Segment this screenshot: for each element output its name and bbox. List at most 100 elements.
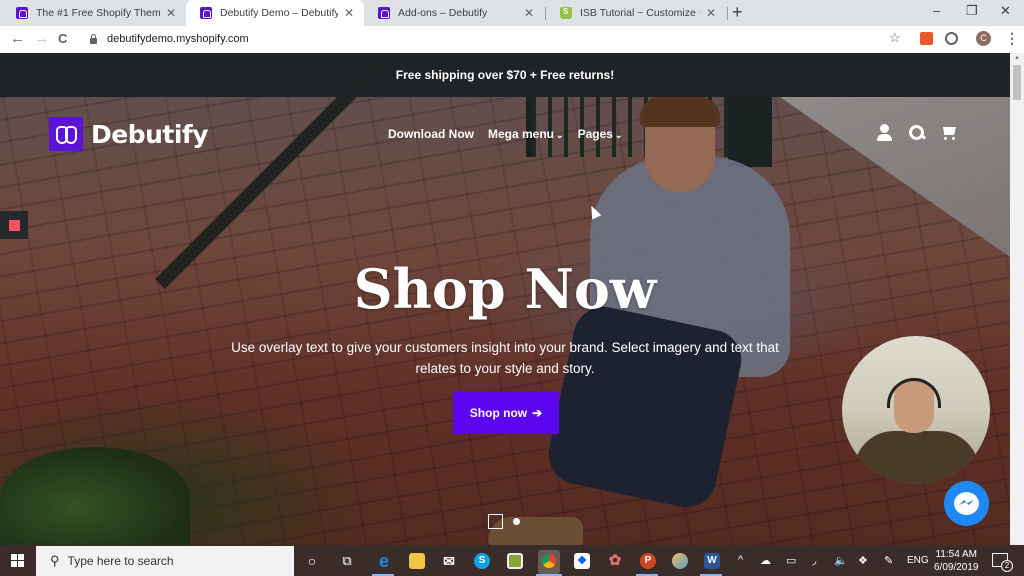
shop-now-label: Shop now <box>469 405 528 420</box>
windows-start-icon[interactable] <box>11 554 24 567</box>
cortana-icon[interactable]: ○ <box>304 553 320 569</box>
reload-button[interactable]: C <box>58 31 67 46</box>
announcement-bar: Free shipping over $70 + Free returns! <box>0 53 1010 97</box>
new-tab-button[interactable]: + <box>732 2 743 23</box>
volume-icon[interactable]: 🔈 <box>834 554 848 567</box>
header-icons <box>876 124 958 142</box>
profile-avatar[interactable]: C <box>976 31 991 46</box>
main-nav: Download Now Mega menu ⌄ Pages ⌄ <box>388 127 622 141</box>
tab-debutify-demo[interactable]: Debutify Demo – Debutifydemo ✕ <box>186 0 364 26</box>
close-tab-icon[interactable]: ✕ <box>344 6 354 20</box>
debutify-icon <box>16 7 28 19</box>
chrome-taskbar-button[interactable] <box>538 550 560 574</box>
extension-icon[interactable] <box>920 32 933 45</box>
messenger-icon <box>954 492 979 515</box>
hero-subtitle: Use overlay text to give your customers … <box>231 340 779 376</box>
browser-menu-icon[interactable]: ⋮ <box>1005 30 1019 47</box>
close-tab-icon[interactable]: ✕ <box>706 6 716 20</box>
shopify-icon <box>560 7 572 19</box>
chrome-icon <box>542 554 556 568</box>
bookmark-star-icon[interactable]: ☆ <box>889 30 901 46</box>
pink-app-icon[interactable]: ✿ <box>607 553 623 569</box>
extension-icon[interactable] <box>945 32 958 45</box>
scroll-up-arrow[interactable]: ▲ <box>1014 55 1020 61</box>
search-icon[interactable] <box>908 124 926 142</box>
brand-name: Debutify <box>91 119 209 149</box>
paint-icon[interactable] <box>672 553 688 569</box>
web-page: Free shipping over $70 + Free returns! D… <box>0 53 1010 545</box>
skype-icon[interactable]: S <box>474 553 490 569</box>
slide-dot-active[interactable] <box>513 518 520 525</box>
language-indicator[interactable]: ENG <box>907 555 929 566</box>
edge-icon[interactable]: e <box>376 552 392 570</box>
nav-label: Mega menu <box>488 127 555 141</box>
tray-chevron-icon[interactable]: ^ <box>738 554 743 566</box>
recording-stop-button[interactable] <box>0 211 28 239</box>
dropbox-tray-icon[interactable]: ❖ <box>858 554 868 567</box>
tab-shopify-theme[interactable]: The #1 Free Shopify Theme – Del ✕ <box>2 0 186 26</box>
slideshow-pause-button[interactable] <box>488 514 503 529</box>
close-tab-icon[interactable]: ✕ <box>166 6 176 20</box>
file-explorer-icon[interactable] <box>409 553 425 569</box>
clock-time: 11:54 AM <box>935 549 977 560</box>
wifi-icon[interactable]: ◞ <box>812 554 816 567</box>
lock-icon <box>90 34 97 44</box>
notification-count-badge: 2 <box>1001 560 1013 572</box>
chevron-down-icon: ⌄ <box>556 130 564 140</box>
taskbar-clock[interactable]: 11:54 AM 6/09/2019 <box>934 548 979 574</box>
hero-title: Shop Now <box>353 257 657 321</box>
powerpoint-icon[interactable]: P <box>640 553 656 569</box>
tab-title: The #1 Free Shopify Theme – Del <box>36 7 160 19</box>
nav-pages[interactable]: Pages ⌄ <box>578 127 623 141</box>
cart-icon[interactable] <box>940 124 958 142</box>
tab-separator <box>727 7 728 20</box>
mail-icon[interactable]: ✉ <box>441 553 457 569</box>
arrow-right-icon: ➔ <box>532 405 543 420</box>
pen-icon[interactable]: ✎ <box>884 554 893 567</box>
debutify-icon <box>200 7 212 19</box>
restore-button[interactable]: ❐ <box>966 3 978 19</box>
dropbox-icon[interactable]: ❖ <box>574 553 590 569</box>
slideshow-pagination <box>488 514 520 529</box>
debutify-icon <box>378 7 390 19</box>
green-app-icon[interactable] <box>507 553 523 569</box>
browser-tab-strip: The #1 Free Shopify Theme – Del ✕ Debuti… <box>0 0 1024 26</box>
tab-title: Add-ons – Debutify <box>398 7 488 19</box>
tab-add-ons[interactable]: Add-ons – Debutify ✕ <box>364 0 544 26</box>
scrollbar-thumb[interactable] <box>1013 65 1021 100</box>
search-icon: ⚲ <box>50 553 60 568</box>
webcam-overlay <box>842 336 990 484</box>
nav-label: Pages <box>577 127 613 141</box>
forward-button[interactable]: → <box>34 30 49 47</box>
battery-icon[interactable]: ▭ <box>786 554 796 567</box>
word-icon[interactable]: W <box>704 553 720 569</box>
close-tab-icon[interactable]: ✕ <box>524 6 534 20</box>
butterfly-logo-icon <box>49 117 83 151</box>
taskbar-search-box[interactable]: ⚲ Type here to search <box>36 546 294 576</box>
user-icon[interactable] <box>876 124 894 142</box>
address-bar[interactable]: debutifydemo.myshopify.com <box>80 28 912 50</box>
windows-taskbar: ⚲ Type here to search ○ ⧉ e ✉ S ❖ ✿ P W … <box>0 545 1024 576</box>
webcam-person-body <box>854 431 979 484</box>
browser-toolbar: ← → C debutifydemo.myshopify.com ☆ C ⋮ <box>0 26 1024 52</box>
task-view-icon[interactable]: ⧉ <box>339 553 355 569</box>
nav-mega-menu[interactable]: Mega menu ⌄ <box>488 127 564 141</box>
site-logo[interactable]: Debutify <box>49 117 209 151</box>
messenger-chat-button[interactable] <box>944 481 989 526</box>
close-window-button[interactable]: ✕ <box>1000 3 1011 19</box>
tab-title: ISB Tutorial ~ Customize ~ Debu <box>580 7 700 19</box>
onedrive-icon[interactable]: ☁ <box>760 554 771 567</box>
search-placeholder: Type here to search <box>67 554 174 568</box>
back-button[interactable]: ← <box>10 30 25 47</box>
minimize-button[interactable]: – <box>933 3 940 18</box>
tab-isb-tutorial[interactable]: ISB Tutorial ~ Customize ~ Debu ✕ <box>546 0 726 26</box>
shop-now-button[interactable]: Shop now ➔ <box>453 391 559 434</box>
url-text[interactable]: debutifydemo.myshopify.com <box>107 33 249 45</box>
headphones-icon <box>887 378 941 408</box>
tab-title: Debutify Demo – Debutifydemo <box>220 7 338 19</box>
page-scrollbar[interactable]: ▲ <box>1010 53 1024 545</box>
clock-date: 6/09/2019 <box>934 562 979 573</box>
nav-download-now[interactable]: Download Now <box>388 127 474 141</box>
nav-label: Download Now <box>388 127 474 141</box>
chevron-down-icon: ⌄ <box>614 130 623 140</box>
